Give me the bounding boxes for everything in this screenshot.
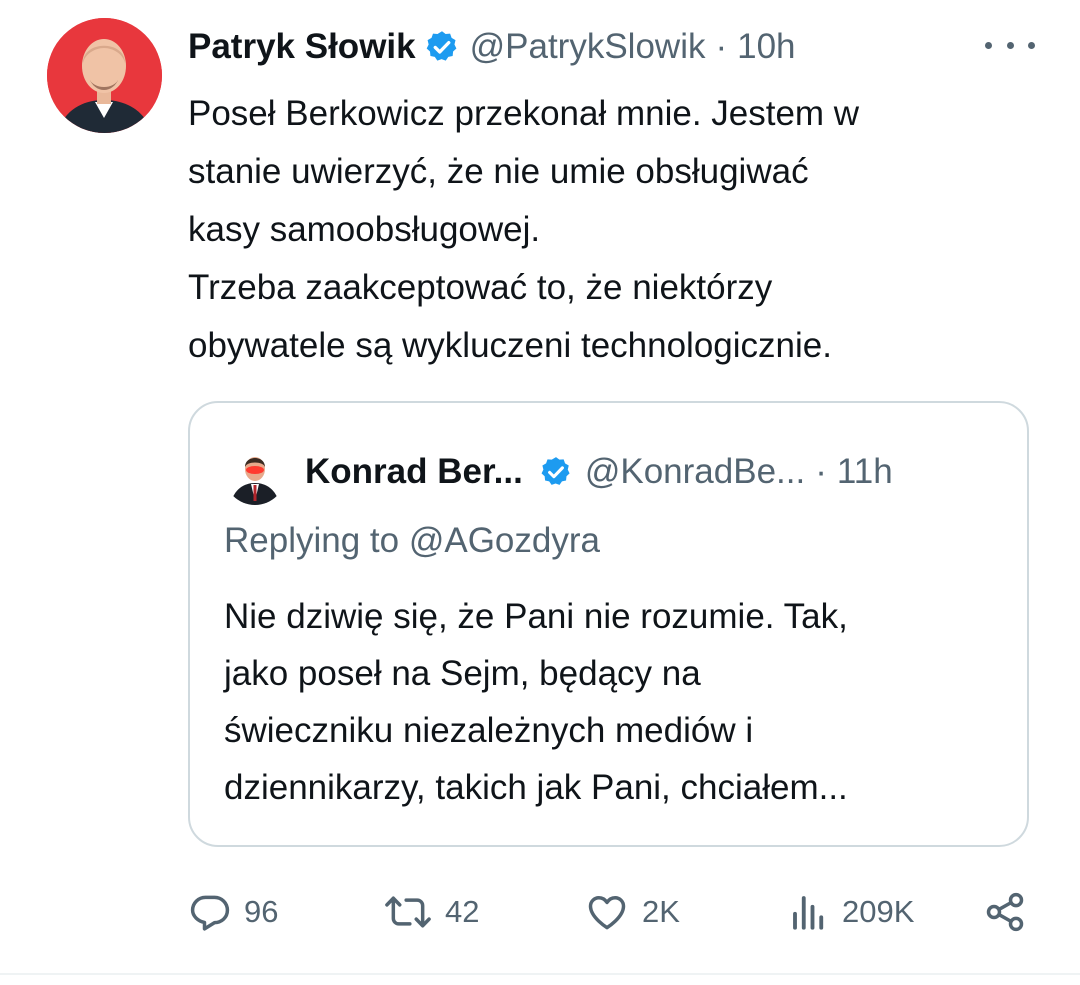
views-button[interactable]: 209K xyxy=(788,887,914,937)
quoted-text-line: Nie dziwię się, że Pani nie rozumie. Tak… xyxy=(224,597,848,636)
quoted-header-separator: · xyxy=(815,452,827,491)
tweet-text: Poseł Berkowicz przekonał mnie. Jestem w… xyxy=(188,85,1048,375)
retweet-button[interactable]: 42 xyxy=(383,887,479,937)
retweet-icon xyxy=(385,896,431,928)
views-icon xyxy=(793,896,824,930)
more-icon[interactable] xyxy=(985,30,1035,60)
reply-count: 96 xyxy=(244,894,279,929)
tweet-text-line: obywatele są wykluczeni technologicznie. xyxy=(188,326,832,365)
reply-button[interactable]: 96 xyxy=(188,887,278,937)
replying-to[interactable]: Replying to @AGozdyra xyxy=(224,521,600,561)
tweet[interactable]: Patryk Słowik @PatrykSlowik · 10h Poseł … xyxy=(0,0,1080,985)
author-avatar[interactable] xyxy=(47,18,162,133)
like-icon xyxy=(588,895,626,930)
tweet-text-line: kasy samoobsługowej. xyxy=(188,210,541,249)
quoted-text-line: dziennikarzy, takich jak Pani, chciałem.… xyxy=(224,768,848,807)
like-button[interactable]: 2K xyxy=(584,887,680,937)
reply-icon xyxy=(190,895,230,931)
quoted-text-line: świeczniku niezależnych mediów i xyxy=(224,711,754,750)
retweet-count: 42 xyxy=(445,894,480,929)
quoted-text: Nie dziwię się, że Pani nie rozumie. Tak… xyxy=(224,588,1004,816)
tweet-text-line: Trzeba zaakceptować to, że niektórzy xyxy=(188,268,773,307)
tweet-time[interactable]: 10h xyxy=(737,27,795,67)
verified-icon xyxy=(424,29,460,65)
quoted-text-line: jako poseł na Sejm, będący na xyxy=(224,654,701,693)
author-name[interactable]: Patryk Słowik xyxy=(188,27,416,67)
quoted-time[interactable]: 11h xyxy=(837,452,893,492)
divider xyxy=(0,973,1080,975)
author-handle[interactable]: @PatrykSlowik xyxy=(470,27,706,67)
quoted-header: Konrad Ber... @KonradBe... · 11h xyxy=(305,447,893,497)
tweet-text-line: stanie uwierzyć, że nie umie obsługiwać xyxy=(188,152,809,191)
quoted-tweet[interactable]: Konrad Ber... @KonradBe... · 11h Replyin… xyxy=(188,401,1029,847)
tweet-header: Patryk Słowik @PatrykSlowik · 10h xyxy=(188,22,796,72)
share-icon xyxy=(986,892,1024,932)
action-bar: 96 42 2K 209K xyxy=(188,887,1038,937)
verified-icon xyxy=(539,455,573,489)
header-separator: · xyxy=(715,27,728,66)
quoted-author-handle[interactable]: @KonradBe... xyxy=(585,452,805,492)
tweet-text-line: Poseł Berkowicz przekonał mnie. Jestem w xyxy=(188,94,860,133)
quoted-author-name[interactable]: Konrad Ber... xyxy=(305,452,523,492)
views-count: 209K xyxy=(842,894,915,929)
quoted-author-avatar[interactable] xyxy=(224,443,286,505)
like-count: 2K xyxy=(642,894,680,929)
share-button[interactable] xyxy=(983,887,1039,937)
